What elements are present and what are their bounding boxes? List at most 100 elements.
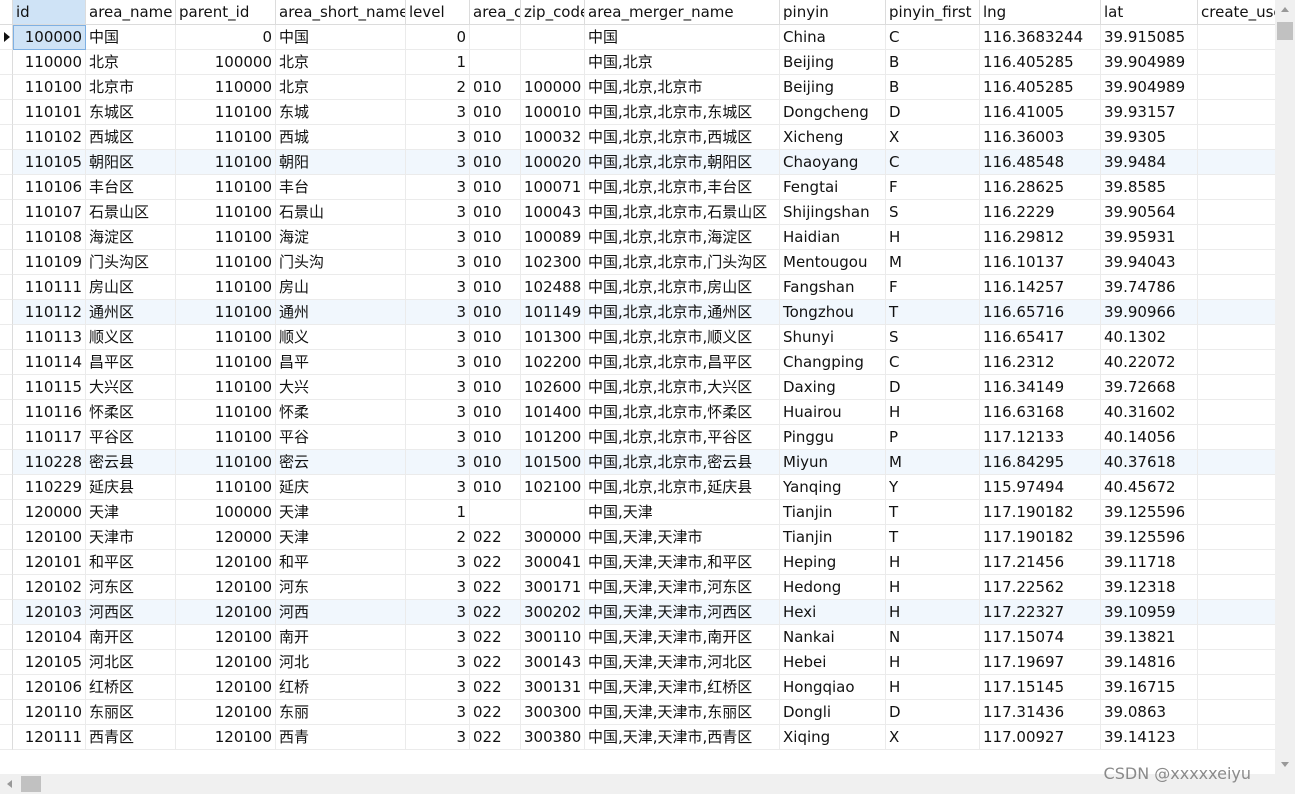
table-row[interactable]: 120111 西青区 120100 西青 3 022 300380 中国,天津,天津市,西青区… [0,725,1275,750]
cell-parent-id[interactable]: 110100 [176,200,276,225]
column-header-lng[interactable]: lng [980,0,1101,25]
table-row[interactable]: 110109 门头沟区 110100 门头沟 3 010 102300 中国,北京,北京市,门… [0,250,1275,275]
cell-area-name[interactable]: 怀柔区 [86,400,176,425]
cell-pinyin[interactable]: Pinggu [780,425,886,450]
cell-id[interactable]: 110115 [13,375,86,400]
cell-area-name[interactable]: 昌平区 [86,350,176,375]
cell-lat[interactable]: 40.1302 [1101,325,1198,350]
cell-pinyin[interactable]: Huairou [780,400,886,425]
cell-lat[interactable]: 39.904989 [1101,50,1198,75]
cell-zip-code[interactable]: 300000 [521,525,585,550]
cell-area-merger-name[interactable]: 中国,天津 [585,500,780,525]
cell-level[interactable]: 3 [406,350,470,375]
cell-pinyin[interactable]: Miyun [780,450,886,475]
horizontal-scrollbar[interactable] [0,774,1275,794]
cell-area-merger-name[interactable]: 中国,北京,北京市,石景山区 [585,200,780,225]
column-header-parent-id[interactable]: parent_id [176,0,276,25]
cell-pinyin[interactable]: Heping [780,550,886,575]
cell-area-merger-name[interactable]: 中国,天津,天津市,南开区 [585,625,780,650]
cell-area-short-name[interactable]: 北京 [276,50,406,75]
cell-pinyin-first[interactable]: H [886,400,980,425]
cell-create-use[interactable] [1198,325,1275,350]
cell-lng[interactable]: 116.41005 [980,100,1101,125]
cell-area-name[interactable]: 中国 [86,25,176,50]
table-row[interactable]: 120102 河东区 120100 河东 3 022 300171 中国,天津,天津市,河东区… [0,575,1275,600]
cell-zip-code[interactable]: 100020 [521,150,585,175]
cell-lng[interactable]: 116.3683244 [980,25,1101,50]
cell-id[interactable]: 100000 [13,25,86,50]
cell-area-c[interactable]: 010 [470,350,521,375]
cell-area-short-name[interactable]: 中国 [276,25,406,50]
cell-area-c[interactable]: 010 [470,75,521,100]
cell-area-name[interactable]: 天津 [86,500,176,525]
cell-area-short-name[interactable]: 延庆 [276,475,406,500]
cell-area-merger-name[interactable]: 中国,北京,北京市,密云县 [585,450,780,475]
cell-create-use[interactable] [1198,50,1275,75]
cell-area-name[interactable]: 西城区 [86,125,176,150]
cell-id[interactable]: 110114 [13,350,86,375]
table-row[interactable]: 110102 西城区 110100 西城 3 010 100032 中国,北京,北京市,西城区… [0,125,1275,150]
cell-level[interactable]: 3 [406,700,470,725]
cell-create-use[interactable] [1198,575,1275,600]
cell-id[interactable]: 110108 [13,225,86,250]
cell-area-name[interactable]: 东城区 [86,100,176,125]
cell-lat[interactable]: 40.45672 [1101,475,1198,500]
cell-area-merger-name[interactable]: 中国,北京,北京市,昌平区 [585,350,780,375]
cell-lng[interactable]: 116.14257 [980,275,1101,300]
cell-area-name[interactable]: 门头沟区 [86,250,176,275]
row-indicator[interactable] [0,375,13,400]
cell-id[interactable]: 110106 [13,175,86,200]
row-indicator[interactable] [0,525,13,550]
table-row[interactable]: 120105 河北区 120100 河北 3 022 300143 中国,天津,天津市,河北区… [0,650,1275,675]
cell-area-merger-name[interactable]: 中国,北京,北京市 [585,75,780,100]
cell-level[interactable]: 3 [406,575,470,600]
cell-create-use[interactable] [1198,675,1275,700]
row-indicator[interactable] [0,200,13,225]
cell-area-short-name[interactable]: 通州 [276,300,406,325]
cell-area-c[interactable]: 022 [470,575,521,600]
cell-parent-id[interactable]: 110100 [176,125,276,150]
cell-parent-id[interactable]: 120100 [176,675,276,700]
cell-lat[interactable]: 39.9305 [1101,125,1198,150]
cell-area-short-name[interactable]: 河西 [276,600,406,625]
horizontal-scroll-thumb[interactable] [21,776,41,792]
cell-lat[interactable]: 39.95931 [1101,225,1198,250]
cell-lat[interactable]: 39.0863 [1101,700,1198,725]
column-header-area-c[interactable]: area_c [470,0,521,25]
cell-pinyin-first[interactable]: M [886,250,980,275]
cell-zip-code[interactable]: 100043 [521,200,585,225]
cell-area-c[interactable] [470,50,521,75]
cell-level[interactable]: 3 [406,725,470,750]
table-row[interactable]: 110100 北京市 110000 北京 2 010 100000 中国,北京,北京市 Beij… [0,75,1275,100]
cell-lat[interactable]: 39.125596 [1101,500,1198,525]
cell-pinyin[interactable]: Changping [780,350,886,375]
cell-lng[interactable]: 117.21456 [980,550,1101,575]
vertical-scrollbar[interactable] [1275,0,1295,774]
cell-parent-id[interactable]: 110100 [176,275,276,300]
row-indicator[interactable] [0,300,13,325]
cell-pinyin-first[interactable]: S [886,325,980,350]
row-indicator[interactable] [0,125,13,150]
cell-pinyin-first[interactable]: B [886,50,980,75]
cell-lat[interactable]: 39.9484 [1101,150,1198,175]
cell-create-use[interactable] [1198,400,1275,425]
cell-parent-id[interactable]: 100000 [176,50,276,75]
cell-lat[interactable]: 39.94043 [1101,250,1198,275]
cell-area-merger-name[interactable]: 中国,天津,天津市,河东区 [585,575,780,600]
scroll-left-arrow-icon[interactable] [0,774,20,794]
cell-lat[interactable]: 39.14123 [1101,725,1198,750]
cell-lat[interactable]: 39.12318 [1101,575,1198,600]
cell-area-name[interactable]: 北京 [86,50,176,75]
cell-area-c[interactable]: 010 [470,425,521,450]
cell-create-use[interactable] [1198,700,1275,725]
cell-level[interactable]: 2 [406,525,470,550]
cell-lng[interactable]: 116.36003 [980,125,1101,150]
cell-area-c[interactable]: 022 [470,625,521,650]
cell-id[interactable]: 120111 [13,725,86,750]
cell-lat[interactable]: 39.93157 [1101,100,1198,125]
cell-pinyin[interactable]: Beijing [780,75,886,100]
cell-lng[interactable]: 117.12133 [980,425,1101,450]
cell-area-merger-name[interactable]: 中国,北京 [585,50,780,75]
cell-area-c[interactable]: 010 [470,275,521,300]
cell-parent-id[interactable]: 110100 [176,250,276,275]
